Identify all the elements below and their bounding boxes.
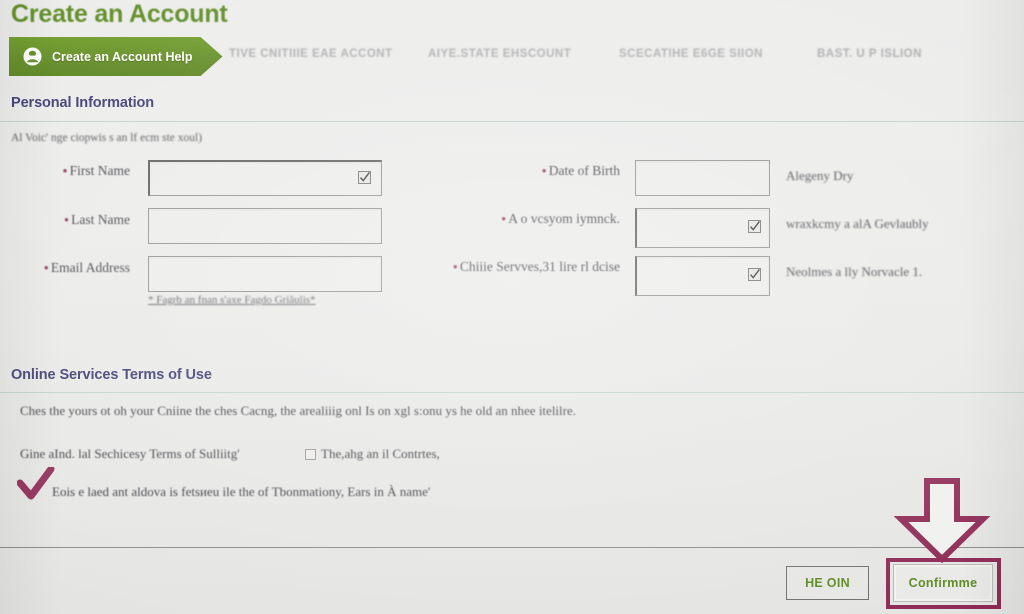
first-name-label: • First Name [0, 163, 130, 180]
terms-heading: Online Services Terms of Use [11, 367, 212, 383]
first-name-check-icon [358, 171, 371, 184]
required-marker-last-name: • [63, 213, 70, 229]
terms-accepted-text: Eois e laed ant aldova is fetsиeu ile th… [52, 484, 431, 499]
step-tab-3[interactable]: AIYE.STATE EHSCOUNT [428, 48, 571, 60]
step-tab-3-label: AIYE.STATE EHSCOUNT [428, 48, 572, 60]
step-tab-active[interactable]: Create an Account Help [9, 37, 223, 76]
terms-checkbox[interactable] [305, 449, 316, 460]
divider-footer [0, 547, 1024, 548]
terms-body-text: Ches the yours ot oh your Cniine the che… [20, 403, 576, 418]
account-type-input[interactable] [635, 208, 770, 248]
terms-subtitle: Gine aInd. lal Sechicesy Terms of Sullii… [20, 446, 240, 461]
terms-checkbox-label[interactable]: The,ahg an il Contrtes, [321, 446, 440, 462]
email-helper-link[interactable]: * Fagrb an fnan s'axe Fagdo Griãulis* [148, 294, 316, 306]
date-of-birth-hint: Alegeny Dry [786, 168, 854, 183]
first-name-input[interactable] [148, 160, 382, 196]
online-services-check-icon [748, 268, 761, 281]
step-tab-4[interactable]: SCECATIHE E6GE SIION [619, 48, 763, 60]
divider-terms [0, 392, 1024, 393]
step-tabs: Create an Account Help TIVE CNITIIIE EAE… [0, 37, 1024, 77]
date-of-birth-label: • Date of Birth [430, 163, 621, 180]
checkmark-annotation [16, 465, 55, 506]
required-marker-email: • [43, 261, 49, 277]
required-marker-account-type: • [500, 212, 507, 228]
last-name-input[interactable] [148, 208, 382, 244]
divider-personal [0, 121, 1024, 122]
required-marker-first-name: • [62, 164, 68, 180]
date-of-birth-input[interactable] [635, 160, 770, 196]
required-marker-dob: • [541, 164, 547, 180]
required-marker-online-services: • [452, 260, 458, 276]
account-type-hint: wraxkcmy a alA Gevlaubly [786, 216, 929, 231]
account-badge-icon [23, 47, 42, 66]
personal-information-heading: Personal Information [11, 95, 155, 111]
step-tab-5[interactable]: BAST. U P ISLION [817, 48, 922, 60]
first-name-label-text: First Name [69, 163, 130, 178]
step-tab-2[interactable]: TIVE CNITIIIE EAE ACCONT [229, 48, 393, 60]
account-type-label-text: A o vcsyom iymnck. [508, 211, 620, 226]
back-button[interactable]: HE OIN [786, 566, 869, 600]
step-tab-4-label: SCECATIHE E6GE SIION [619, 48, 763, 60]
date-of-birth-label-text: Date of Birth [548, 163, 620, 178]
page-title: Create an Account [11, 0, 228, 28]
last-name-label-text: Last Name [71, 212, 130, 227]
account-type-label: • A o vcsyom iymnck. [420, 211, 620, 228]
last-name-label: • Last Name [0, 212, 130, 229]
step-tab-active-label: Create an Account Help [52, 49, 193, 64]
online-services-hint: Neolmes a lly Norvacle 1. [786, 264, 923, 279]
step-tab-2-label: TIVE CNITIIIE EAE ACCONT [229, 48, 393, 60]
online-services-label-text: Chiiie Servves,31 lire rl dсise [459, 259, 620, 274]
confirm-button[interactable]: Confirmme [893, 564, 993, 602]
step-tab-5-label: BAST. U P ISLION [817, 48, 922, 60]
email-address-label: • Email Address [0, 260, 130, 277]
email-address-label-text: Email Address [50, 260, 130, 275]
online-services-label: • Chiiie Servves,31 lire rl dсise [420, 259, 620, 276]
online-services-input[interactable] [635, 256, 770, 296]
page-background [0, 0, 1024, 614]
email-address-input[interactable] [148, 256, 382, 292]
personal-information-note: Al Voic' nge ciopwis s an lf ecm ste xou… [11, 132, 203, 144]
account-type-check-icon [748, 220, 761, 233]
